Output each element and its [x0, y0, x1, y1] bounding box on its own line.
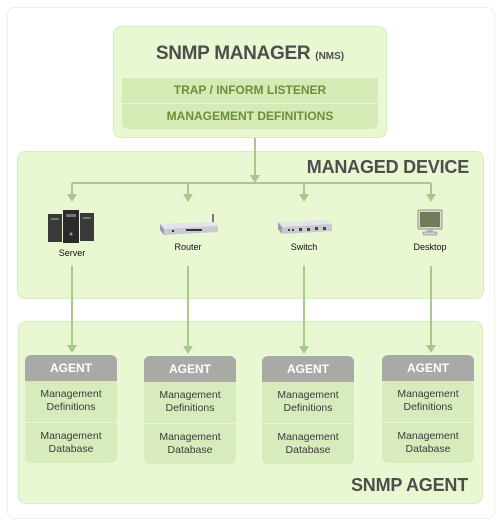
device-label-router: Router	[174, 242, 202, 252]
device-label-desktop: Desktop	[413, 242, 447, 252]
server-icon	[48, 210, 94, 243]
agent-header: AGENT	[382, 355, 474, 381]
management-definitions-row: MANAGEMENT DEFINITIONS	[122, 104, 378, 129]
agent-management-definitions: Management Definitions	[262, 382, 354, 424]
device-desktop: Desktop	[390, 208, 470, 252]
agent-management-database: Management Database	[397, 430, 459, 455]
agent-box: AGENT Management Definitions Management …	[25, 355, 117, 463]
snmp-manager-box: SNMP MANAGER (NMS) TRAP / INFORM LISTENE…	[113, 26, 387, 138]
snmp-manager-title-text: SNMP MANAGER	[155, 43, 311, 64]
agent-management-database: Management Database	[277, 431, 339, 456]
device-router: Router	[148, 212, 228, 252]
agent-box: AGENT Management Definitions Management …	[382, 355, 474, 463]
device-label-server: Server	[58, 248, 86, 258]
agent-management-definitions: Management Definitions	[25, 381, 117, 423]
device-switch: Switch	[264, 212, 344, 252]
agent-management-database: Management Database	[159, 431, 221, 456]
router-icon	[160, 214, 218, 235]
switch-icon	[278, 220, 332, 234]
agent-management-definitions: Management Definitions	[144, 382, 236, 424]
agent-management-definitions: Management Definitions	[382, 381, 474, 423]
agent-header: AGENT	[262, 356, 354, 382]
agent-header: AGENT	[25, 355, 117, 381]
snmp-agent-label: SNMP AGENT	[350, 475, 468, 495]
agent-box: AGENT Management Definitions Management …	[262, 356, 354, 464]
agent-box: AGENT Management Definitions Management …	[144, 356, 236, 464]
trap-inform-listener-row: TRAP / INFORM LISTENER	[122, 78, 378, 104]
device-server: Server	[32, 208, 112, 258]
device-label-switch: Switch	[290, 242, 318, 252]
snmp-manager-title-suffix: (NMS)	[315, 51, 345, 62]
agent-management-database: Management Database	[40, 430, 102, 455]
agent-header: AGENT	[144, 356, 236, 382]
managed-device-label: MANAGED DEVICE	[306, 157, 469, 177]
desktop-icon	[417, 209, 443, 236]
snmp-manager-title: SNMP MANAGER (NMS)	[114, 43, 386, 65]
